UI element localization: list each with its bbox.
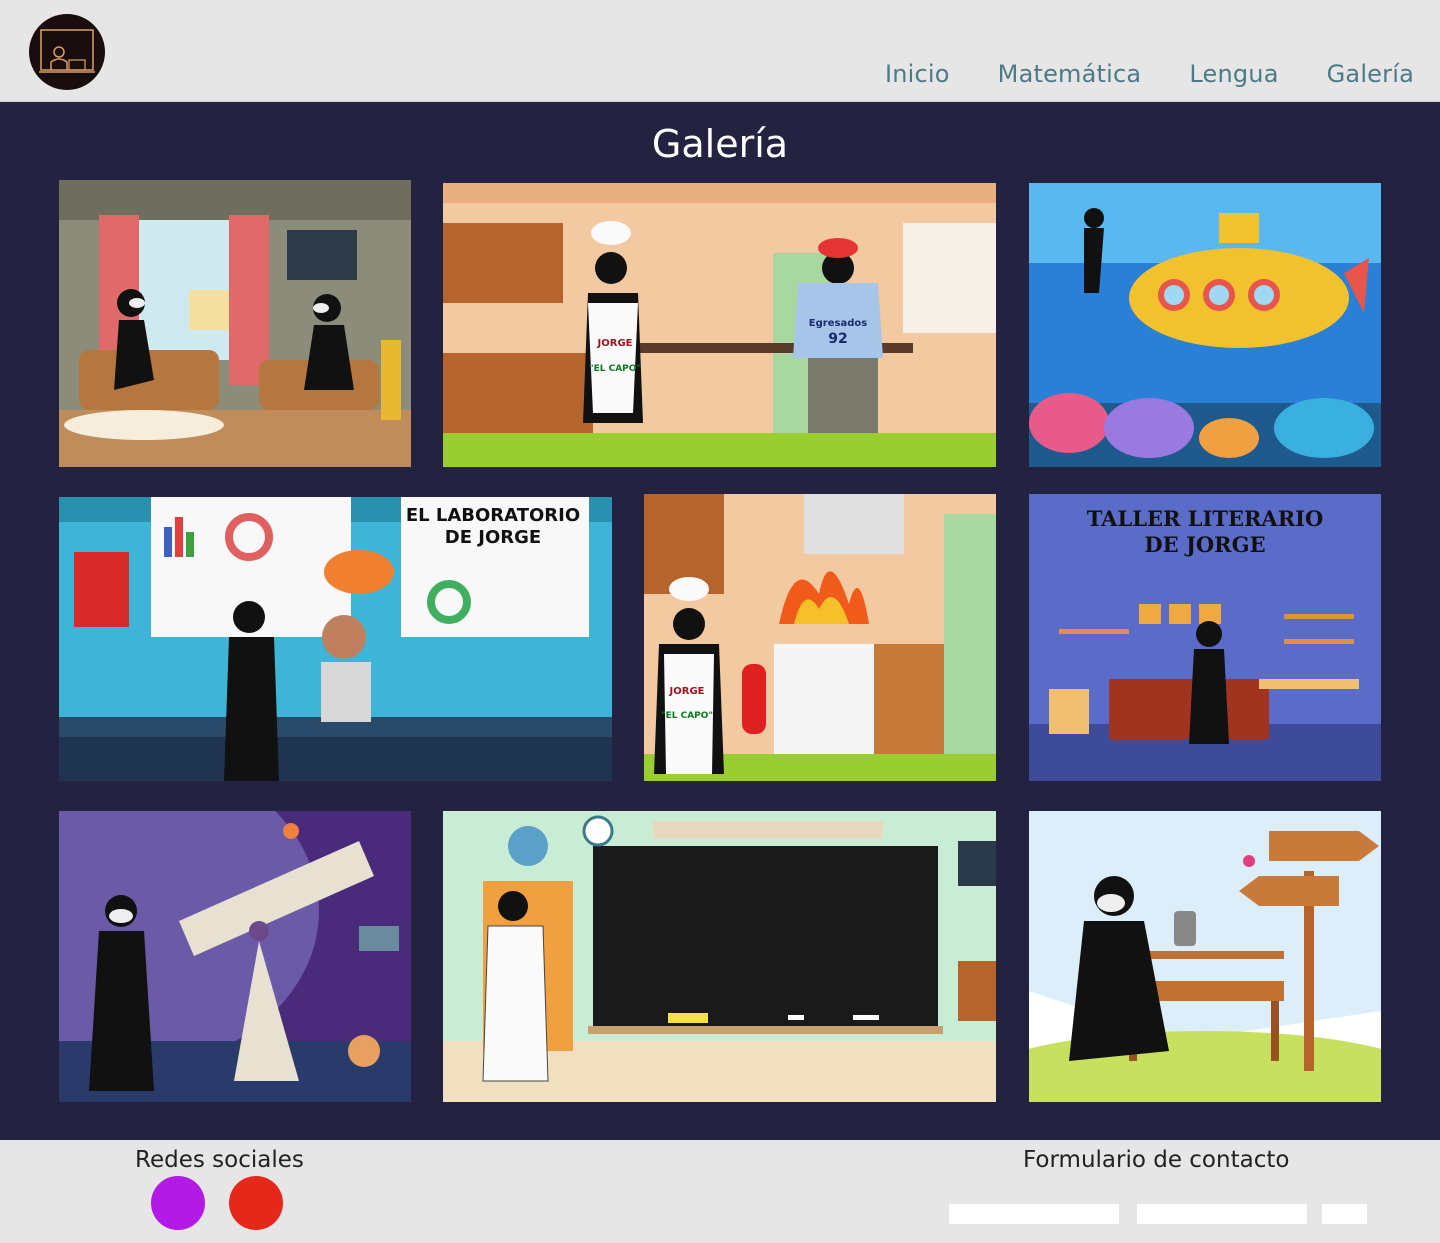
apron-name-text-2: JORGE [669,686,705,697]
nav-link-inicio[interactable]: Inicio [885,60,950,88]
jacket-text: Egresados [809,318,867,329]
site-header: Inicio Matemática Lengua Galería [0,0,1440,102]
contact-name-field[interactable] [949,1204,1119,1224]
apron-name-text: JORGE [597,338,633,349]
apron-nickname-text: "EL CAPO" [589,364,641,374]
site-footer: Redes sociales Formulario de contacto [0,1140,1440,1243]
lab-title-line2: DE JORGE [445,527,541,548]
contact-email-field[interactable] [1137,1204,1307,1224]
gallery-image-laboratory[interactable]: EL LABORATORIO DE JORGE [59,497,612,781]
social-section-title: Redes sociales [135,1147,304,1173]
gallery-image-classroom[interactable] [443,811,996,1102]
workshop-title-line1: TALLER LITERARIO [1087,506,1324,531]
gallery-image-telescope[interactable] [59,811,411,1102]
gallery-image-kitchen-fire[interactable]: JORGE "EL CAPO" [644,494,996,781]
apron-nickname-text-2: "EL CAPO" [661,711,713,721]
contact-submit-button[interactable] [1322,1204,1367,1224]
nav-link-lengua[interactable]: Lengua [1189,60,1278,88]
red-social-icon[interactable] [229,1176,283,1230]
gallery-image-park-bench[interactable] [1029,811,1381,1102]
lab-title-line1: EL LABORATORIO [406,505,580,526]
gallery-section: Galería JORGE "EL CAPO" Egresados 92 EL … [0,102,1440,1140]
nav-link-matematica[interactable]: Matemática [998,60,1142,88]
purple-social-icon[interactable] [151,1176,205,1230]
page-title: Galería [651,122,789,166]
gallery-image-living-room[interactable] [59,180,411,467]
contact-form-title: Formulario de contacto [1023,1147,1290,1173]
workshop-title-line2: DE JORGE [1144,532,1265,557]
jacket-number-text: 92 [828,331,847,347]
nav-link-galeria[interactable]: Galería [1327,60,1414,88]
gallery-image-submarine[interactable] [1029,183,1381,467]
gallery-image-kitchen-chef[interactable]: JORGE "EL CAPO" Egresados 92 [443,183,996,467]
teacher-logo-icon[interactable] [29,14,105,90]
gallery-image-literary-workshop[interactable]: TALLER LITERARIO DE JORGE [1029,494,1381,781]
main-nav: Inicio Matemática Lengua Galería [885,60,1414,88]
